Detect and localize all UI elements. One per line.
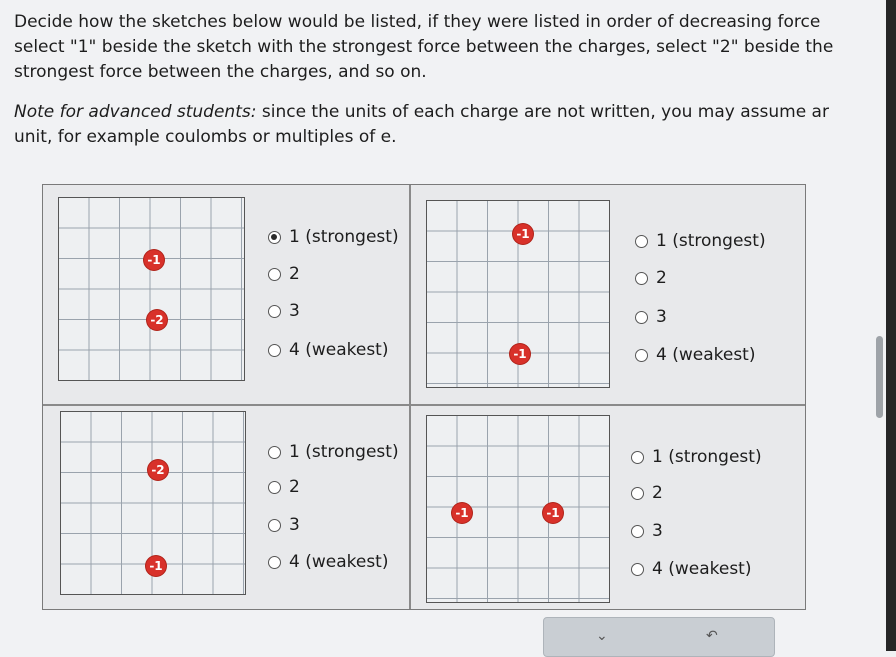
radio-button[interactable] (268, 518, 281, 532)
radio-label: 2 (656, 268, 667, 288)
radio-button[interactable] (631, 486, 644, 500)
note-text: since the units of each charge are not w… (256, 102, 829, 122)
radio-label: 1 (strongest) (652, 447, 762, 467)
divider-vertical (409, 185, 411, 609)
radio-button[interactable] (631, 524, 644, 538)
instructions: Decide how the sketches below would be l… (14, 10, 894, 150)
radio-option-1[interactable]: 1 (strongest) (635, 230, 766, 252)
radio-label: 2 (652, 483, 663, 503)
radio-option-1[interactable]: 1 (strongest) (268, 441, 399, 463)
radio-option-2[interactable]: 2 (268, 263, 300, 285)
sketch-c: -2 -1 (60, 411, 246, 595)
radio-label: 4 (weakest) (289, 552, 389, 572)
radio-option-2[interactable]: 2 (268, 476, 300, 498)
radio-option-4[interactable]: 4 (weakest) (268, 339, 389, 361)
radio-button[interactable] (635, 271, 648, 285)
radio-label: 1 (strongest) (289, 227, 399, 247)
radio-label: 4 (weakest) (652, 559, 752, 579)
radio-option-4[interactable]: 4 (weakest) (631, 558, 752, 580)
instruction-line-2: select "1" beside the sketch with the st… (14, 37, 834, 57)
radio-option-3[interactable]: 3 (268, 300, 300, 322)
radio-label: 3 (652, 521, 663, 541)
radio-button[interactable] (631, 562, 644, 576)
radio-button[interactable] (268, 555, 281, 569)
sketch-a: -1 -2 (58, 197, 245, 381)
radio-button[interactable] (268, 304, 281, 318)
radio-label: 3 (656, 307, 667, 327)
radio-button-selected[interactable] (268, 230, 281, 244)
radio-label: 4 (weakest) (289, 340, 389, 360)
radio-option-2[interactable]: 2 (635, 267, 667, 289)
radio-label: 1 (strongest) (289, 442, 399, 462)
back-arrow-icon[interactable]: ↶ (706, 628, 718, 644)
charge: -1 (146, 556, 166, 576)
radio-option-3[interactable]: 3 (635, 306, 667, 328)
radio-option-1[interactable]: 1 (strongest) (631, 446, 762, 468)
radio-label: 1 (strongest) (656, 231, 766, 251)
bottom-toolbar: ⌄ ↶ (543, 617, 775, 657)
radio-label: 2 (289, 264, 300, 284)
radio-button[interactable] (631, 450, 644, 464)
radio-label: 4 (weakest) (656, 345, 756, 365)
sketch-b: -1 -1 (426, 200, 610, 388)
radio-option-3[interactable]: 3 (268, 514, 300, 536)
sketch-grid: -1 -2 1 (strongest) 2 3 4 (weakest) -1 -… (42, 184, 806, 610)
sketch-d: -1 -1 (426, 415, 610, 603)
instruction-line-3: strongest force between the charges, and… (14, 62, 427, 82)
note-line-2: unit, for example coulombs or multiples … (14, 127, 397, 147)
radio-button[interactable] (268, 445, 281, 459)
radio-button[interactable] (635, 348, 648, 362)
radio-button[interactable] (635, 234, 648, 248)
charge: -1 (510, 344, 530, 364)
radio-label: 3 (289, 301, 300, 321)
radio-button[interactable] (268, 480, 281, 494)
charge: -1 (452, 503, 472, 523)
charge: -1 (513, 224, 533, 244)
radio-button[interactable] (268, 267, 281, 281)
chevron-down-icon[interactable]: ⌄ (596, 628, 608, 644)
radio-label: 2 (289, 477, 300, 497)
radio-label: 3 (289, 515, 300, 535)
radio-option-3[interactable]: 3 (631, 520, 663, 542)
radio-button[interactable] (268, 343, 281, 357)
radio-option-4[interactable]: 4 (weakest) (268, 551, 389, 573)
divider-horizontal (43, 404, 805, 406)
radio-option-4[interactable]: 4 (weakest) (635, 344, 756, 366)
note-label: Note for advanced students: (14, 102, 257, 122)
scrollbar-thumb[interactable] (876, 336, 883, 418)
charge: -1 (144, 250, 164, 270)
note-line-1: Note for advanced students: since the un… (14, 100, 894, 125)
instruction-line-1: Decide how the sketches below would be l… (14, 12, 821, 32)
radio-button[interactable] (635, 310, 648, 324)
radio-option-2[interactable]: 2 (631, 482, 663, 504)
charge: -2 (147, 310, 167, 330)
charge: -1 (543, 503, 563, 523)
window-edge (886, 0, 896, 651)
charge: -2 (148, 460, 168, 480)
radio-option-1[interactable]: 1 (strongest) (268, 226, 399, 248)
